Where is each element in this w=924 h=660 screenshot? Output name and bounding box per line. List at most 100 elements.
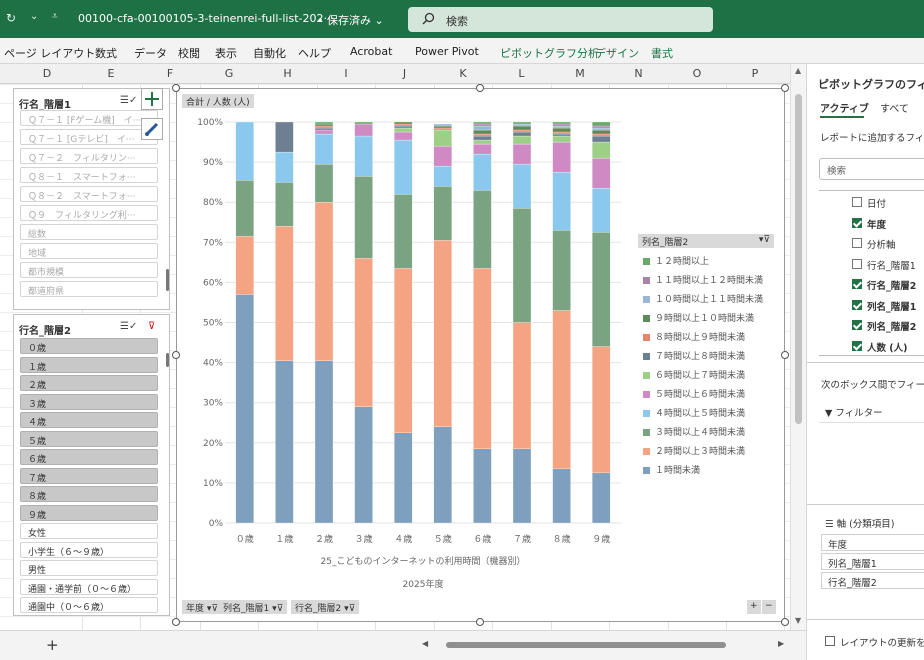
- slicer-item[interactable]: 小学生（６〜９歳）: [20, 541, 158, 558]
- column-header[interactable]: E: [82, 67, 140, 80]
- column-header[interactable]: H: [258, 67, 317, 80]
- file-name[interactable]: 00100-cfa-00100105-3-teinenrei-full-list…: [78, 12, 334, 25]
- ribbon-tab[interactable]: 校閲: [178, 45, 200, 61]
- vertical-scrollbar[interactable]: ▲ ▼: [790, 64, 806, 630]
- field-label[interactable]: 列名_階層2: [867, 319, 916, 333]
- slicer-scrollbar[interactable]: [166, 269, 169, 291]
- filter-drop-area[interactable]: [819, 422, 924, 504]
- scroll-thumb[interactable]: [795, 94, 802, 424]
- scroll-up-icon[interactable]: ▲: [795, 66, 801, 75]
- search-box[interactable]: 検索: [408, 7, 713, 32]
- field-label[interactable]: 行名_階層2: [867, 278, 916, 292]
- slicer-item[interactable]: ２歳: [20, 375, 158, 391]
- slicer-item[interactable]: Ｑ７－１ [Gテレビ] イ···: [20, 129, 158, 145]
- resize-handle[interactable]: [476, 618, 484, 626]
- slicer-item[interactable]: ５歳: [20, 430, 158, 447]
- slicer-item[interactable]: 地域: [20, 243, 158, 259]
- column-header[interactable]: G: [200, 67, 258, 80]
- resize-handle[interactable]: [781, 618, 789, 626]
- field-label[interactable]: 行名_階層1: [867, 258, 916, 272]
- horizontal-scroll-thumb[interactable]: [446, 642, 726, 648]
- ribbon-tab[interactable]: 数式: [95, 45, 117, 61]
- field-label[interactable]: 人数 (人): [867, 340, 908, 354]
- resize-handle[interactable]: [172, 351, 180, 359]
- collapse-field-button[interactable]: −: [762, 600, 776, 614]
- tab-all[interactable]: すべて: [880, 100, 909, 115]
- slicer-item[interactable]: 通園・通学前（０〜６歳）: [20, 578, 158, 595]
- slicer-scrollbar[interactable]: [166, 353, 169, 367]
- clear-filter-icon[interactable]: ⊽: [148, 321, 155, 332]
- scroll-right-icon[interactable]: ▶: [778, 639, 784, 648]
- slicer-item[interactable]: ９歳: [20, 504, 158, 521]
- column-header[interactable]: P: [726, 67, 784, 80]
- slicer-item[interactable]: 通園中（０〜６歳）: [20, 597, 158, 613]
- dropdown-icon[interactable]: ⌄: [30, 11, 38, 22]
- field-checkbox[interactable]: [852, 238, 862, 248]
- scroll-down-icon[interactable]: ▼: [795, 616, 801, 625]
- field-checkbox[interactable]: [852, 197, 862, 207]
- resize-handle[interactable]: [476, 84, 484, 92]
- expand-field-button[interactable]: +: [747, 600, 761, 614]
- defer-update-checkbox[interactable]: [825, 636, 835, 646]
- ribbon-tab[interactable]: 自動化: [253, 45, 286, 61]
- slicer-item[interactable]: Ｑ８－２ スマートフォ···: [20, 186, 158, 202]
- slicer-item[interactable]: ８歳: [20, 486, 158, 502]
- ribbon-tab[interactable]: 書式: [651, 45, 673, 61]
- slicer-item[interactable]: ７歳: [20, 467, 158, 484]
- resize-handle[interactable]: [781, 351, 789, 359]
- column-header[interactable]: N: [609, 67, 668, 80]
- resize-handle[interactable]: [781, 84, 789, 92]
- slicer-row-level2[interactable]: 行名_階層2 ☰✓ ⊽ ０歳 １歳 ２歳 ３歳 ４歳 ５歳 ６歳 ７歳 ８歳 ９歳 女性 小学生（６〜…: [13, 314, 170, 616]
- slicer-item[interactable]: １歳: [20, 356, 158, 373]
- slicer-item[interactable]: Ｑ８－１ スマートフォ···: [20, 167, 158, 183]
- field-label[interactable]: 分析軸: [867, 237, 896, 251]
- ribbon-tab[interactable]: デザイン: [595, 45, 639, 61]
- column-header[interactable]: D: [12, 67, 82, 80]
- axis-field-button[interactable]: 年度 ▾⊽: [182, 600, 222, 614]
- column-header[interactable]: I: [317, 67, 375, 80]
- field-checkbox[interactable]: [852, 340, 862, 351]
- axis-field-button[interactable]: 行名_階層2 ▾⊽: [291, 600, 360, 614]
- column-header[interactable]: M: [551, 67, 609, 80]
- ribbon-tab[interactable]: ページ レイアウト: [4, 45, 95, 61]
- field-label[interactable]: 年度: [867, 217, 886, 231]
- slicer-item[interactable]: 総数: [20, 224, 158, 240]
- resize-handle[interactable]: [172, 618, 180, 626]
- resize-handle[interactable]: [172, 84, 180, 92]
- axis-field-item[interactable]: 年度: [821, 534, 924, 551]
- save-status[interactable]: • 保存済み ⌄: [317, 12, 384, 28]
- slicer-item[interactable]: 都市規模: [20, 262, 158, 278]
- field-checkbox[interactable]: [852, 258, 862, 269]
- axis-field-button[interactable]: 列名_階層1 ▾⊽: [219, 600, 288, 614]
- field-label[interactable]: 列名_階層1: [867, 299, 916, 313]
- column-header[interactable]: K: [434, 67, 492, 80]
- slicer-item[interactable]: ４歳: [20, 412, 158, 428]
- column-header[interactable]: J: [375, 67, 434, 80]
- slicer-item[interactable]: 女性: [20, 523, 158, 539]
- ribbon-tab[interactable]: Acrobat: [350, 45, 392, 58]
- ribbon-tab[interactable]: データ: [134, 45, 167, 61]
- slicer-item[interactable]: Ｑ７－１ [Fゲーム機] イ···: [20, 110, 158, 126]
- slicer-item[interactable]: 男性: [20, 560, 158, 576]
- legend-field-button[interactable]: 列名_階層2 ▾⊽: [638, 234, 774, 248]
- axis-field-item[interactable]: 列名_階層1: [821, 553, 924, 570]
- value-field-button[interactable]: 合計 / 人数 (人): [182, 94, 254, 108]
- ribbon-tab[interactable]: ヘルプ: [298, 45, 331, 61]
- field-checkbox[interactable]: [852, 320, 862, 330]
- field-search-input[interactable]: 検索: [819, 158, 924, 180]
- multi-select-icon[interactable]: ☰✓: [120, 321, 137, 332]
- column-header[interactable]: L: [492, 67, 551, 80]
- field-checkbox[interactable]: [852, 217, 862, 228]
- add-element-button[interactable]: [141, 88, 163, 110]
- customize-toolbar-icon[interactable]: ⩡: [52, 11, 58, 22]
- field-label[interactable]: 日付: [867, 196, 886, 210]
- field-checkbox[interactable]: [852, 279, 862, 289]
- slicer-item[interactable]: ０歳: [20, 338, 158, 354]
- scroll-left-icon[interactable]: ◀: [422, 639, 428, 648]
- field-checkbox[interactable]: [852, 299, 862, 310]
- ribbon-tab[interactable]: 表示: [215, 45, 237, 61]
- ribbon-tab[interactable]: Power Pivot: [415, 45, 479, 58]
- tab-active[interactable]: アクティブ: [820, 100, 869, 115]
- slicer-item[interactable]: Ｑ７－２ フィルタリン···: [20, 148, 158, 164]
- slicer-item[interactable]: ３歳: [20, 393, 158, 410]
